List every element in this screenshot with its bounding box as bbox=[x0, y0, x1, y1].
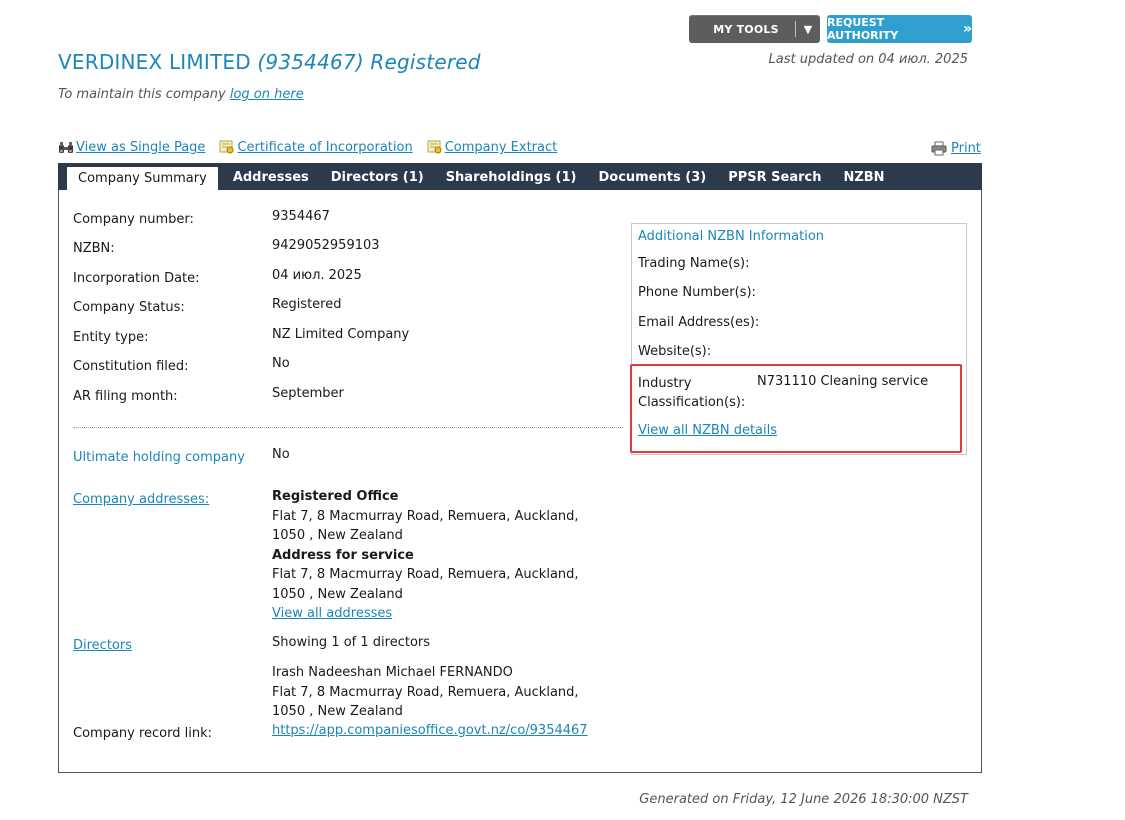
constitution-value: No bbox=[272, 356, 290, 371]
email-addresses-label: Email Address(es): bbox=[638, 315, 760, 330]
tab-shareholdings[interactable]: Shareholdings (1) bbox=[435, 163, 588, 190]
tab-addresses[interactable]: Addresses bbox=[222, 163, 320, 190]
ultimate-holding-link[interactable]: Ultimate holding company bbox=[73, 450, 245, 465]
addresses-block: Registered Office Flat 7, 8 Macmurray Ro… bbox=[272, 487, 579, 624]
double-chevron-right-icon: » bbox=[962, 21, 972, 37]
tab-ppsr-search[interactable]: PPSR Search bbox=[717, 163, 832, 190]
service-address-heading: Address for service bbox=[272, 547, 414, 563]
service-address-line2: 1050 , New Zealand bbox=[272, 586, 403, 602]
generated-timestamp: Generated on Friday, 12 June 2026 18:30:… bbox=[639, 792, 968, 807]
record-link[interactable]: https://app.companiesoffice.govt.nz/co/9… bbox=[272, 721, 588, 741]
nzbn-info-title: Additional NZBN Information bbox=[638, 229, 825, 244]
tab-directors[interactable]: Directors (1) bbox=[320, 163, 435, 190]
record-link-label: Company record link: bbox=[73, 726, 213, 741]
log-on-link[interactable]: log on here bbox=[230, 87, 304, 102]
last-updated: Last updated on 04 июл. 2025 bbox=[768, 52, 968, 67]
certificate-icon bbox=[219, 140, 235, 155]
phone-numbers-label: Phone Number(s): bbox=[638, 285, 756, 300]
request-authority-label: REQUEST AUTHORITY bbox=[827, 16, 899, 42]
director-block: Irash Nadeeshan Michael FERNANDO Flat 7,… bbox=[272, 663, 579, 722]
view-single-page-link[interactable]: View as Single Page bbox=[58, 140, 205, 155]
my-tools-button[interactable]: MY TOOLS ▼ bbox=[689, 15, 820, 43]
highlight-box bbox=[630, 364, 962, 453]
trading-names-label: Trading Name(s): bbox=[638, 256, 750, 271]
chevron-down-icon[interactable]: ▼ bbox=[796, 23, 820, 36]
company-number-value: 9354467 bbox=[272, 209, 330, 224]
registered-office-heading: Registered Office bbox=[272, 489, 399, 504]
constitution-label: Constitution filed: bbox=[73, 359, 189, 374]
entity-type-value: NZ Limited Company bbox=[272, 327, 410, 342]
company-status-label: Company Status: bbox=[73, 300, 185, 315]
nzbn-label: NZBN: bbox=[73, 241, 115, 256]
director-name: Irash Nadeeshan Michael FERNANDO bbox=[272, 665, 513, 680]
tab-bar: Company Summary Addresses Directors (1) … bbox=[58, 163, 982, 190]
request-authority-button[interactable]: REQUEST AUTHORITY » bbox=[827, 15, 972, 43]
nzbn-value: 9429052959103 bbox=[272, 238, 380, 253]
ultimate-holding-value: No bbox=[272, 447, 290, 462]
company-status-value: Registered bbox=[272, 297, 342, 312]
websites-label: Website(s): bbox=[638, 344, 712, 359]
maintain-prefix: To maintain this company bbox=[58, 87, 226, 102]
certificate-link[interactable]: Certificate of Incorporation bbox=[219, 140, 413, 155]
print-label[interactable]: Print bbox=[951, 141, 981, 156]
company-number-label: Company number: bbox=[73, 212, 194, 227]
director-address-line2: 1050 , New Zealand bbox=[272, 704, 403, 719]
binoculars-icon bbox=[58, 141, 74, 155]
view-all-addresses-link[interactable]: View all addresses bbox=[272, 606, 392, 621]
company-name: VERDINEX LIMITED bbox=[58, 50, 251, 74]
view-single-page-label[interactable]: View as Single Page bbox=[76, 140, 205, 155]
incorporation-date-value: 04 июл. 2025 bbox=[272, 268, 362, 283]
registered-office-line2: 1050 , New Zealand bbox=[272, 528, 403, 543]
company-addresses-link[interactable]: Company addresses: bbox=[73, 492, 209, 507]
entity-type-label: Entity type: bbox=[73, 330, 149, 345]
certificate-label[interactable]: Certificate of Incorporation bbox=[237, 140, 412, 155]
extract-icon bbox=[427, 140, 443, 155]
company-extract-link[interactable]: Company Extract bbox=[427, 140, 558, 155]
directors-showing: Showing 1 of 1 directors bbox=[272, 635, 431, 650]
service-address-line1: Flat 7, 8 Macmurray Road, Remuera, Auckl… bbox=[272, 567, 579, 582]
maintain-note: To maintain this company log on here bbox=[58, 87, 304, 102]
company-number-status: (9354467) Registered bbox=[257, 50, 481, 74]
print-link[interactable]: Print bbox=[931, 141, 981, 156]
directors-link[interactable]: Directors bbox=[73, 638, 132, 653]
section-divider bbox=[73, 427, 623, 428]
registered-office-line1: Flat 7, 8 Macmurray Road, Remuera, Auckl… bbox=[272, 508, 579, 524]
tab-nzbn[interactable]: NZBN bbox=[832, 163, 895, 190]
incorporation-date-label: Incorporation Date: bbox=[73, 271, 200, 286]
page-title: VERDINEX LIMITED (9354467) Registered bbox=[58, 50, 481, 74]
printer-icon bbox=[931, 141, 947, 156]
director-address-line1: Flat 7, 8 Macmurray Road, Remuera, Auckl… bbox=[272, 684, 579, 700]
tab-documents[interactable]: Documents (3) bbox=[587, 163, 717, 190]
company-extract-label[interactable]: Company Extract bbox=[445, 140, 558, 155]
quick-links: View as Single Page Certificate of Incor… bbox=[58, 140, 557, 155]
ar-filing-label: AR filing month: bbox=[73, 389, 178, 404]
tab-company-summary[interactable]: Company Summary bbox=[67, 167, 218, 190]
my-tools-label: MY TOOLS bbox=[713, 22, 779, 36]
ar-filing-value: September bbox=[272, 386, 344, 401]
